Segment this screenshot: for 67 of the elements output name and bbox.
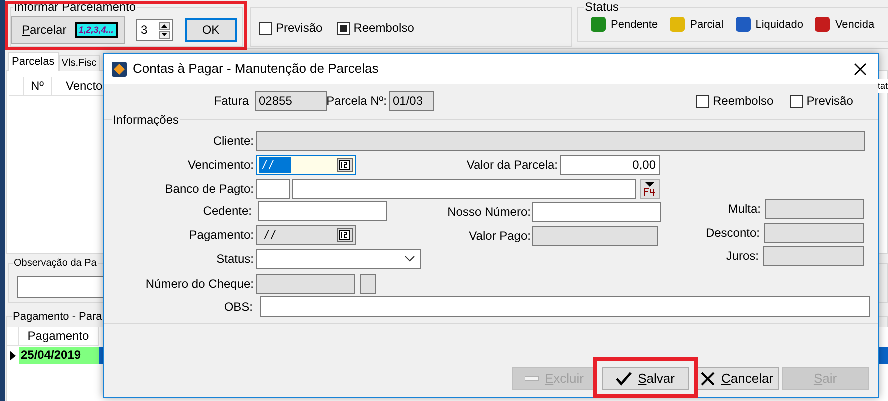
- checkbox[interactable]: [259, 22, 272, 34]
- close-icon: [854, 63, 867, 76]
- check-icon: [616, 372, 632, 386]
- checkbox-label: Reembolso: [354, 21, 414, 35]
- checkbox[interactable]: [336, 22, 350, 34]
- spin-arrows-icon: [159, 22, 170, 38]
- field-label: Valor da Parcela:: [466, 157, 558, 174]
- app-icon: [112, 62, 127, 76]
- field-label: Número do Cheque:: [146, 276, 254, 293]
- status-label: Liquidado: [756, 18, 804, 32]
- parcelar-button[interactable]: Parcelar 1,2,3,4...: [11, 16, 125, 44]
- checkbox[interactable]: [696, 94, 709, 108]
- field-label: Vencimento:: [188, 157, 254, 174]
- status-label: Pendente: [611, 18, 658, 32]
- field-label: Multa:: [728, 201, 761, 218]
- column-header: tat: [878, 79, 888, 93]
- close-icon: [701, 372, 716, 386]
- checkbox-label: Reembolso: [713, 94, 774, 108]
- notes-field[interactable]: [260, 296, 870, 317]
- reference-field[interactable]: [532, 202, 661, 222]
- lookup-arrow-icon: [644, 182, 656, 196]
- field-label: OBS:: [224, 299, 253, 316]
- checkbox-label: Previsão: [806, 94, 854, 108]
- tab[interactable]: Parcelas: [8, 52, 59, 71]
- field-label: Fatura: [214, 93, 249, 110]
- table-cell: 25/04/2019: [19, 347, 99, 364]
- calendar-icon: [337, 158, 353, 172]
- field-label: Desconto:: [706, 225, 760, 242]
- numbering-badge: 1,2,3,4...: [74, 22, 118, 38]
- calendar-icon: [337, 228, 353, 242]
- field-label: Cedente:: [203, 203, 252, 220]
- field-label: Banco de Pagto:: [165, 181, 254, 198]
- column-header: Pagamento: [19, 327, 99, 345]
- checkbox-label: Previsão: [276, 21, 323, 35]
- amount-field[interactable]: 0,00: [560, 155, 660, 175]
- section-title: Informações: [112, 113, 180, 127]
- checkbox[interactable]: [790, 94, 803, 108]
- chevron-down-icon: [405, 256, 415, 262]
- date-field[interactable]: / /: [256, 155, 356, 175]
- invoice-field: 02855: [255, 91, 327, 111]
- dialog-button[interactable]: Cancelar: [696, 367, 779, 390]
- dialog-title: Contas à Pagar - Manutenção de Parcelas: [133, 60, 379, 78]
- status-label: Vencida: [835, 18, 875, 32]
- group-title: Status: [584, 0, 620, 14]
- tab[interactable]: Vls.Fisc: [58, 55, 100, 71]
- ok-button[interactable]: OK: [185, 18, 237, 42]
- field-label: Cliente:: [213, 133, 254, 150]
- status-label: Parcial: [690, 18, 724, 32]
- status-dropdown[interactable]: [256, 249, 421, 269]
- installment-field: 01/03: [389, 91, 434, 111]
- column-header: Nº: [24, 77, 52, 95]
- row-pointer-icon: [10, 350, 16, 360]
- field-label: Status:: [216, 251, 254, 268]
- field-label: Parcela Nº:: [326, 93, 387, 110]
- field-label: Nosso Número:: [448, 204, 531, 221]
- lookup-button[interactable]: [640, 179, 660, 199]
- field-label: Valor Pago:: [469, 228, 531, 245]
- date-field: / /: [256, 225, 356, 245]
- dialog-button[interactable]: Salvar: [602, 367, 689, 390]
- assignor-field[interactable]: [258, 201, 387, 221]
- count-spinner[interactable]: 3: [136, 19, 173, 41]
- field-label: Pagamento:: [189, 227, 254, 244]
- field-label: Juros:: [726, 248, 759, 265]
- bank-code-field[interactable]: [256, 179, 290, 199]
- bank-name-field[interactable]: [292, 179, 636, 199]
- group-title: Observação da Pa: [13, 257, 98, 270]
- group-title: Pagamento - Para: [12, 311, 104, 324]
